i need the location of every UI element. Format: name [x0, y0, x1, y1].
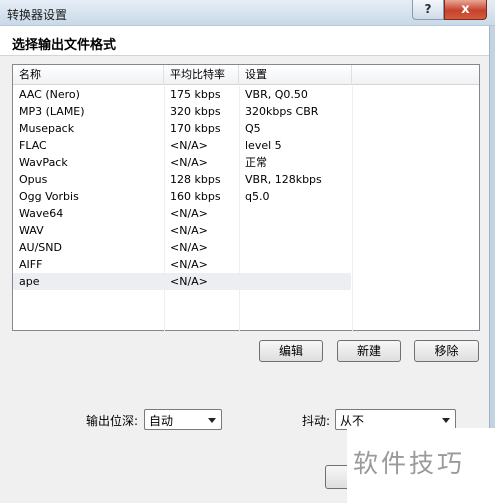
format-list[interactable]: 名称 平均比特率 设置 AAC (Nero) 175 kbps VBR, Q0.50… — [12, 64, 480, 331]
edit-button[interactable]: 编辑 — [259, 340, 323, 362]
cell-settings — [239, 222, 352, 239]
cell-bitrate: <N/A> — [170, 224, 208, 237]
output-depth-label: 输出位深: — [86, 414, 139, 428]
cell-name: Wave64 — [19, 207, 64, 220]
cell-bitrate: 175 kbps — [170, 88, 221, 101]
page-title: 选择输出文件格式 — [12, 38, 117, 53]
cell-settings: 320kbps CBR — [245, 105, 319, 118]
title-bar: 转换器设置 ? x — [0, 0, 495, 26]
cell-bitrate: <N/A> — [170, 275, 208, 288]
table-row[interactable]: WAV <N/A> — [13, 222, 350, 239]
table-row[interactable]: Wave64 <N/A> — [13, 205, 350, 222]
cell-settings: 正常 — [245, 156, 267, 169]
cell-name: Musepack — [19, 122, 75, 135]
cell-settings: VBR, Q0.50 — [245, 88, 308, 101]
output-depth-select[interactable]: 自动 — [144, 409, 222, 430]
table-row[interactable]: AU/SND <N/A> — [13, 239, 350, 256]
cell-settings: q5.0 — [245, 190, 270, 203]
cell-name: ape — [19, 275, 40, 288]
header-band: 选择输出文件格式 — [0, 26, 489, 56]
chevron-down-icon — [208, 418, 216, 423]
cell-name: AIFF — [19, 258, 43, 271]
table-row[interactable]: ape <N/A> — [13, 273, 351, 290]
table-row[interactable]: Ogg Vorbis 160 kbps q5.0 — [13, 188, 350, 205]
chevron-down-icon — [442, 418, 450, 423]
cell-name: MP3 (LAME) — [19, 105, 85, 118]
cell-bitrate: <N/A> — [170, 241, 208, 254]
help-button[interactable]: ? — [412, 0, 444, 20]
cell-name: WavPack — [19, 156, 68, 169]
cell-bitrate: 320 kbps — [170, 105, 221, 118]
table-row[interactable]: FLAC <N/A> level 5 — [13, 137, 350, 154]
cell-settings: level 5 — [245, 139, 282, 152]
dither-select[interactable]: 从不 — [335, 409, 456, 430]
cell-settings: VBR, 128kbps — [245, 173, 322, 186]
cell-name: WAV — [19, 224, 44, 237]
dither-value: 从不 — [340, 414, 365, 428]
cell-bitrate: <N/A> — [170, 258, 208, 271]
cell-name: AU/SND — [19, 241, 62, 254]
column-header-settings[interactable]: 设置 — [239, 65, 352, 85]
table-row[interactable]: Musepack 170 kbps Q5 — [13, 120, 350, 137]
cell-name: FLAC — [19, 139, 47, 152]
cell-settings: Q5 — [245, 122, 261, 135]
dither-label: 抖动: — [302, 414, 331, 428]
cell-settings — [239, 205, 352, 222]
table-row[interactable]: WavPack <N/A> 正常 — [13, 154, 350, 171]
cell-bitrate: 160 kbps — [170, 190, 221, 203]
close-button[interactable]: x — [444, 0, 487, 20]
cell-settings — [239, 239, 352, 256]
cell-bitrate: 128 kbps — [170, 173, 221, 186]
remove-button[interactable]: 移除 — [414, 340, 479, 362]
column-header-name[interactable]: 名称 — [13, 65, 164, 85]
new-button[interactable]: 新建 — [337, 340, 401, 362]
list-header: 名称 平均比特率 设置 — [13, 65, 479, 85]
table-row[interactable]: Opus 128 kbps VBR, 128kbps — [13, 171, 350, 188]
column-header-filler — [352, 65, 479, 85]
table-row[interactable]: AAC (Nero) 175 kbps VBR, Q0.50 — [13, 86, 350, 103]
cell-name: Opus — [19, 173, 48, 186]
window-title: 转换器设置 — [7, 8, 68, 22]
cell-bitrate: 170 kbps — [170, 122, 221, 135]
output-depth-value: 自动 — [149, 414, 174, 428]
table-row[interactable]: MP3 (LAME) 320 kbps 320kbps CBR — [13, 103, 350, 120]
column-header-bitrate[interactable]: 平均比特率 — [164, 65, 239, 85]
watermark-text: 软件技巧 — [353, 449, 466, 478]
cell-bitrate: <N/A> — [170, 156, 208, 169]
cell-bitrate: <N/A> — [170, 139, 208, 152]
column-divider — [352, 86, 353, 331]
cell-settings — [239, 256, 352, 273]
table-row[interactable]: AIFF <N/A> — [13, 256, 350, 273]
cell-settings — [239, 273, 352, 290]
watermark: 软件技巧 — [347, 428, 495, 503]
cell-name: AAC (Nero) — [19, 88, 80, 101]
cell-bitrate: <N/A> — [170, 207, 208, 220]
cell-name: Ogg Vorbis — [19, 190, 79, 203]
